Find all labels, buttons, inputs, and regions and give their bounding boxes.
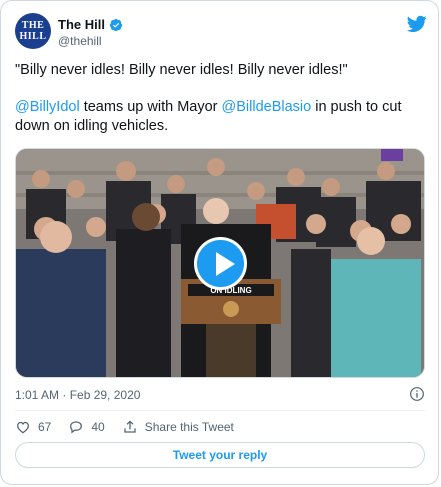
avatar[interactable]: THE HILL (15, 13, 51, 49)
play-icon (216, 252, 235, 276)
share-label: Share this Tweet (144, 420, 234, 434)
tweet-body: @BillyIdol teams up with Mayor @BilldeBl… (15, 98, 425, 136)
share-action[interactable]: Share this Tweet (122, 419, 234, 435)
video-player[interactable]: ON IDLING (15, 148, 425, 378)
display-name[interactable]: The Hill (58, 17, 105, 32)
like-action[interactable]: 67 (15, 419, 51, 435)
tweet-quote: "Billy never idles! Billy never idles! B… (15, 62, 348, 78)
tweet-meta: 1:01 AM · Feb 29, 2020 (15, 386, 425, 404)
like-count: 67 (38, 420, 52, 434)
name-row: The Hill (58, 17, 123, 32)
tweet-timestamp[interactable]: 1:01 AM · Feb 29, 2020 (15, 388, 140, 402)
avatar-text-line-2: HILL (19, 31, 47, 42)
verified-badge-icon (109, 18, 123, 31)
twitter-bird-icon[interactable] (407, 15, 427, 33)
divider (15, 410, 425, 411)
tweet-text: "Billy never idles! Billy never idles! B… (15, 61, 425, 154)
tweet-card: THE HILL The Hill @thehill "Billy never … (0, 0, 439, 485)
tweet-header: THE HILL The Hill @thehill (15, 13, 427, 53)
reply-icon (70, 421, 83, 434)
reply-action[interactable]: 40 (68, 419, 105, 435)
tweet-your-reply-button[interactable]: Tweet your reply (15, 442, 425, 468)
play-button[interactable] (194, 237, 247, 290)
tweet-body-text-1: teams up with Mayor (79, 99, 222, 115)
account-handle[interactable]: @thehill (58, 34, 102, 48)
share-icon (124, 420, 136, 433)
tweet-actions: 67 40 Share this Tweet (15, 417, 234, 437)
info-icon[interactable] (409, 386, 425, 402)
heart-icon (17, 421, 29, 434)
mention-billyidol-link[interactable]: @BillyIdol (15, 99, 80, 115)
mention-billdeblasio-link[interactable]: @BilldeBlasio (222, 99, 312, 115)
reply-count: 40 (91, 420, 105, 434)
avatar-text-line-1: THE (21, 20, 45, 31)
